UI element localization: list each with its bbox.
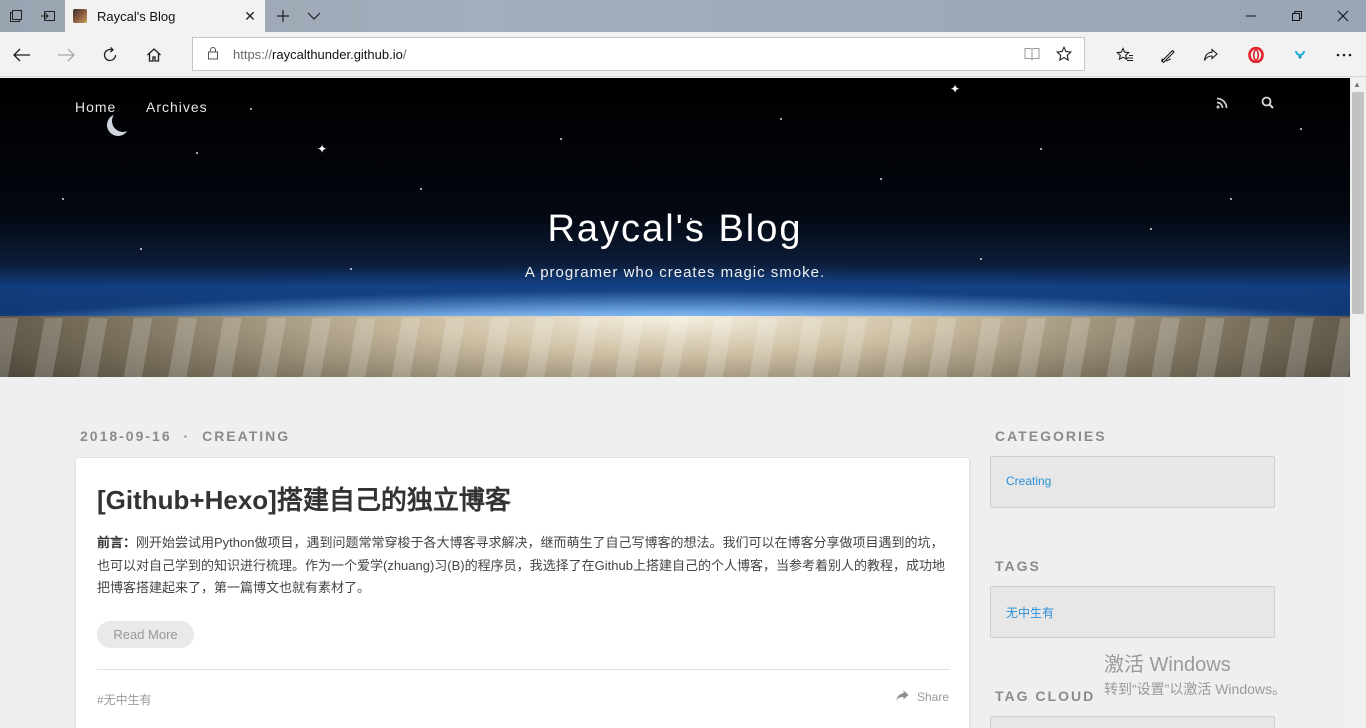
post-tag-link[interactable]: #无中生有 xyxy=(97,691,152,708)
new-tab-icon[interactable] xyxy=(267,0,299,32)
lock-icon xyxy=(207,46,221,63)
url-scheme: https:// xyxy=(233,46,273,62)
star-icon: ✦ xyxy=(317,142,328,156)
post-lead: 前言： xyxy=(97,535,137,550)
site-title: Raycal's Blog xyxy=(547,208,803,250)
more-icon[interactable] xyxy=(1322,32,1366,77)
star-icon[interactable] xyxy=(1048,38,1080,70)
divider xyxy=(97,669,950,670)
reading-view-icon[interactable] xyxy=(1016,38,1048,70)
post-title[interactable]: [Github+Hexo]搭建自己的独立博客 xyxy=(97,480,511,517)
tag-link[interactable]: 无中生有 xyxy=(1006,604,1054,621)
categories-heading: CATEGORIES xyxy=(995,428,1107,444)
url-path: / xyxy=(402,46,407,62)
post-card: [Github+Hexo]搭建自己的独立博客 前言：刚开始尝试用Python做项… xyxy=(75,457,970,728)
post-meta: 2018-09-16 · CREATING xyxy=(80,428,290,444)
web-page: ✦ ✦ Home Archives Raycal's Blog A progra… xyxy=(0,78,1350,728)
tag-cloud-heading: TAG CLOUD xyxy=(995,688,1096,704)
share-label: Share xyxy=(916,690,949,704)
favorites-icon[interactable] xyxy=(1103,32,1147,77)
set-aside-tabs-icon[interactable] xyxy=(32,0,64,32)
share-arrow-icon xyxy=(896,690,912,704)
browser-tab[interactable]: Raycal's Blog ✕ xyxy=(65,0,265,32)
post-date: 2018-09-16 xyxy=(80,428,172,444)
star-icon: ✦ xyxy=(950,82,961,96)
back-icon[interactable] xyxy=(0,32,44,77)
tag-cloud-box xyxy=(990,716,1275,728)
category-link-creating[interactable]: Creating xyxy=(1006,474,1051,488)
pen-icon[interactable] xyxy=(1146,32,1190,77)
post-category-link[interactable]: CREATING xyxy=(202,428,290,444)
read-more-button[interactable]: Read More xyxy=(97,621,194,648)
forward-icon[interactable] xyxy=(44,32,88,77)
watermark-subtitle: 转到“设置”以激活 Windows。 xyxy=(1104,681,1287,697)
post-excerpt: 前言：刚开始尝试用Python做项目，遇到问题常常穿梭于各大博客寻求解决，继而萌… xyxy=(97,532,947,600)
url-text: https://raycalthunder.github.io/ xyxy=(233,47,406,62)
address-bar[interactable]: https://raycalthunder.github.io/ xyxy=(192,37,1085,71)
tags-heading: TAGS xyxy=(995,558,1041,574)
nav-home-link[interactable]: Home xyxy=(75,99,116,115)
tags-box: 无中生有 xyxy=(990,586,1275,638)
post-body-text: 刚开始尝试用Python做项目，遇到问题常常穿梭于各大博客寻求解决，继而萌生了自… xyxy=(97,535,945,595)
rss-icon[interactable] xyxy=(1216,96,1228,112)
tab-title: Raycal's Blog xyxy=(97,8,176,24)
site-favicon-icon xyxy=(73,9,87,23)
extension-icon[interactable] xyxy=(1278,32,1322,77)
url-host: raycalthunder.github.io xyxy=(272,46,403,62)
site-subtitle: A programer who creates magic smoke. xyxy=(524,264,826,281)
close-icon[interactable]: ✕ xyxy=(235,8,265,25)
meta-separator: · xyxy=(183,428,191,444)
opera-icon[interactable] xyxy=(1234,32,1278,77)
home-icon[interactable] xyxy=(132,32,176,77)
refresh-icon[interactable] xyxy=(88,32,132,77)
categories-box: Creating xyxy=(990,456,1275,508)
hero-header: ✦ ✦ Home Archives Raycal's Blog A progra… xyxy=(0,78,1350,377)
share-icon[interactable] xyxy=(1189,32,1233,77)
scrollbar-thumb[interactable] xyxy=(1352,92,1364,314)
window-close-icon[interactable] xyxy=(1320,0,1366,32)
windows-activation-watermark: 激活 Windows 转到“设置”以激活 Windows。 xyxy=(1104,648,1286,699)
watermark-title: 激活 Windows xyxy=(1104,654,1231,676)
scroll-up-icon[interactable]: ▲ xyxy=(1353,80,1361,89)
tab-actions-icon[interactable] xyxy=(0,0,32,32)
chevron-down-icon[interactable] xyxy=(298,0,330,32)
cloud-texture xyxy=(0,318,1350,377)
restore-icon[interactable] xyxy=(1274,0,1320,32)
search-icon[interactable] xyxy=(1261,96,1274,112)
minimize-icon[interactable] xyxy=(1228,0,1274,32)
browser-toolbar: https://raycalthunder.github.io/ xyxy=(0,32,1366,77)
tab-bar: Raycal's Blog ✕ xyxy=(0,0,1366,32)
nav-archives-link[interactable]: Archives xyxy=(146,99,208,115)
share-button[interactable]: Share xyxy=(896,690,949,704)
